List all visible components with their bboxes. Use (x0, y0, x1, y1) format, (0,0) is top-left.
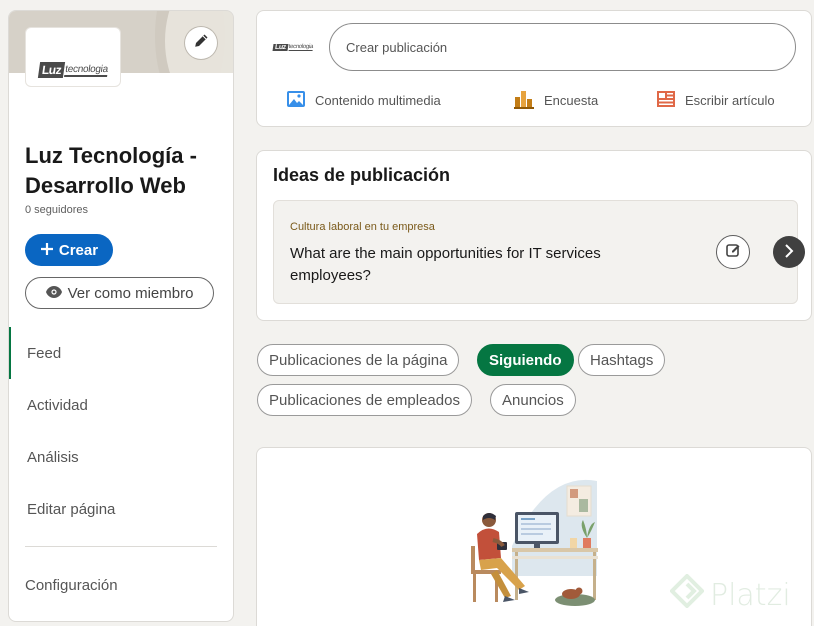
compose-idea-button[interactable] (716, 235, 750, 269)
poster-avatar: Luz tecnologia (272, 40, 323, 54)
logo-brand-sub: tecnologia (63, 63, 109, 77)
filter-label: Publicaciones de empleados (269, 391, 460, 409)
filter-label: Hashtags (590, 351, 654, 369)
logo-brand-sub: tecnologia (288, 43, 314, 51)
ideas-title: Ideas de publicación (273, 165, 451, 185)
page-nav: Feed Actividad Análisis Editar página (9, 327, 233, 535)
pencil-icon (193, 33, 209, 54)
idea-category: Cultura laboral en tu empresa (290, 221, 435, 233)
company-sidebar: Luz tecnologia Luz Tecnología - Desarrol… (8, 10, 234, 622)
media-button[interactable]: Contenido multimedia (286, 85, 441, 115)
nav-item-label: Actividad (27, 396, 88, 414)
logo-brand: Luz (272, 43, 289, 51)
poll-button-label: Encuesta (544, 92, 599, 108)
create-post-placeholder: Crear publicación (346, 39, 448, 55)
write-article-button[interactable]: Escribir artículo (656, 85, 775, 115)
nav-item-settings[interactable]: Configuración (9, 559, 233, 611)
filter-hashtags[interactable]: Hashtags (578, 344, 666, 376)
chevron-right-icon (784, 242, 794, 263)
view-as-member-button[interactable]: Ver como miembro (25, 277, 214, 309)
nav-item-analytics[interactable]: Análisis (9, 431, 233, 483)
nav-item-label: Editar página (27, 500, 116, 518)
poll-icon (513, 89, 535, 112)
nav-item-feed[interactable]: Feed (9, 327, 233, 379)
nav-divider (25, 546, 217, 547)
idea-suggestion: Cultura laboral en tu empresa What are t… (273, 200, 805, 304)
logo-brand: Luz (37, 62, 65, 78)
article-icon (656, 90, 676, 111)
create-button[interactable]: Crear (25, 234, 113, 266)
next-idea-button[interactable] (773, 236, 805, 268)
compose-icon (725, 242, 741, 263)
idea-text: What are the main opportunities for IT s… (290, 245, 601, 284)
create-post-card: Luz tecnologia Crear publicación Conteni… (256, 10, 812, 127)
platzi-logo-icon (669, 573, 705, 616)
poll-button[interactable]: Encuesta (513, 85, 598, 115)
write-article-label: Escribir artículo (685, 92, 775, 108)
filter-label: Anuncios (502, 391, 564, 409)
create-post-input[interactable]: Crear publicación (329, 23, 796, 71)
filter-label: Siguiendo (489, 351, 562, 369)
platzi-watermark-text: Platzi (710, 577, 791, 613)
view-as-member-label: Ver como miembro (67, 284, 194, 302)
filter-ads[interactable]: Anuncios (490, 384, 576, 416)
company-logo[interactable]: Luz tecnologia (25, 27, 121, 87)
platzi-watermark: Platzi (669, 573, 791, 616)
nav-item-label: Análisis (27, 448, 79, 466)
company-name: Luz Tecnología - Desarrollo Web (25, 143, 197, 198)
filter-following[interactable]: Siguiendo (477, 344, 574, 376)
nav-item-edit-page[interactable]: Editar página (9, 483, 233, 535)
nav-item-activity[interactable]: Actividad (9, 379, 233, 431)
media-button-label: Contenido multimedia (315, 92, 441, 108)
nav-item-label: Configuración (25, 576, 118, 594)
eye-icon (45, 285, 62, 302)
edit-cover-button[interactable] (185, 27, 217, 59)
filter-page-posts[interactable]: Publicaciones de la página (257, 344, 460, 376)
create-button-label: Crear (58, 241, 99, 259)
filter-employee-posts[interactable]: Publicaciones de empleados (257, 384, 472, 416)
followers-count: 0 seguidores (25, 204, 88, 216)
empty-feed-illustration (457, 476, 607, 616)
post-ideas-card: Ideas de publicación Cultura laboral en … (256, 150, 812, 321)
image-icon (286, 90, 306, 111)
nav-item-label: Feed (27, 344, 62, 362)
post-actions: Contenido multimedia Encuesta Escribir a… (257, 85, 813, 115)
filter-label: Publicaciones de la página (269, 351, 448, 369)
plus-icon (40, 240, 54, 260)
